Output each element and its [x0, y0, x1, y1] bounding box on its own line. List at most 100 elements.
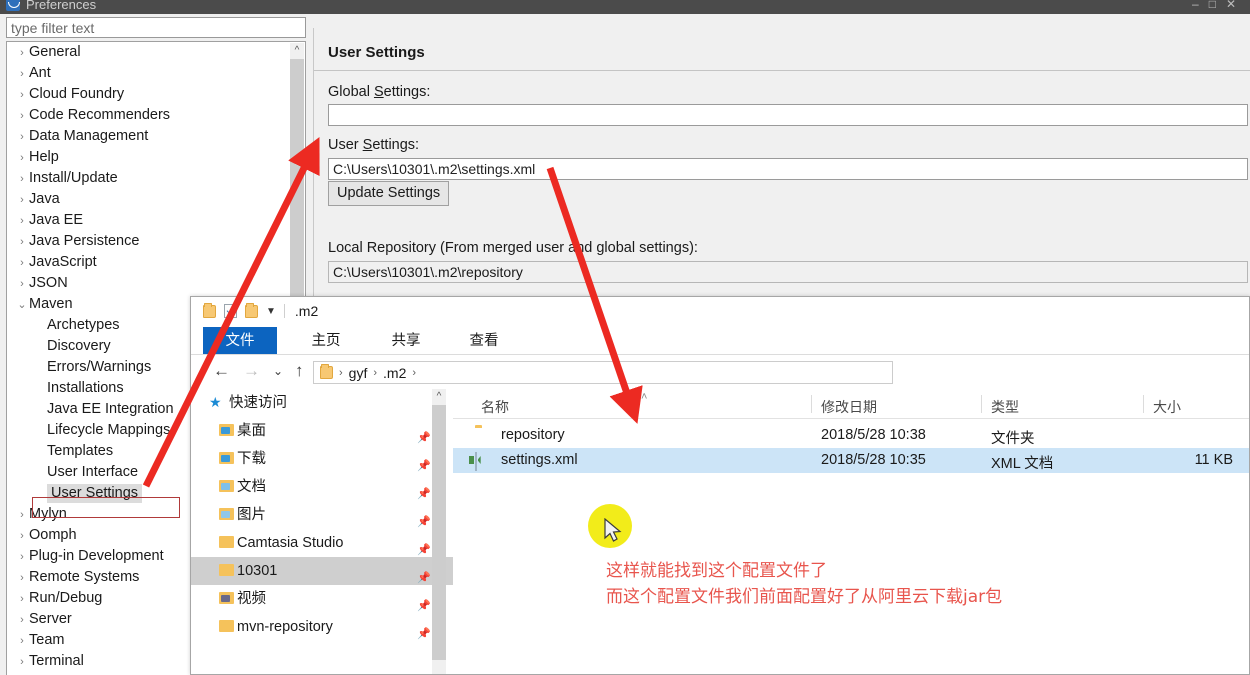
file-name: repository [501, 427, 565, 443]
tree-item-label: Java [29, 191, 60, 207]
up-button[interactable]: ↑ [295, 361, 304, 381]
explorer-titlebar: ▼ .m2 [191, 297, 1249, 327]
ribbon-tab-2[interactable]: 共享 [371, 327, 441, 355]
twisty-icon[interactable]: › [15, 106, 29, 127]
nav-item-0[interactable]: ★ 快速访问 [191, 389, 453, 417]
nav-item-3[interactable]: 文档 📌 [191, 473, 453, 501]
twisty-icon[interactable]: › [15, 253, 29, 274]
file-list-pane[interactable]: 名称 修改日期 类型 大小 ˄ repository 2018/5/28 10:38 文件夹… [453, 389, 1249, 674]
column-headers[interactable]: 名称 修改日期 类型 大小 ˄ [453, 389, 1249, 419]
tree-item-label: Archetypes [47, 317, 120, 333]
tree-item-java-ee[interactable]: › Java EE [7, 210, 291, 231]
column-header-3[interactable]: 大小 [1153, 397, 1181, 417]
local-repository-value: C:\Users\10301\.m2\repository [328, 261, 1248, 283]
file-row[interactable]: settings.xml 2018/5/28 10:35 XML 文档 11 KB [453, 448, 1249, 473]
twisty-icon[interactable]: › [15, 169, 29, 190]
twisty-icon[interactable]: › [15, 652, 29, 673]
scroll-thumb[interactable] [432, 405, 446, 660]
column-divider[interactable] [811, 395, 812, 413]
screen: Preferences –□✕ ›General›Ant›Cloud Found… [0, 0, 1250, 675]
twisty-icon[interactable]: › [15, 274, 29, 295]
nav-item-5[interactable]: Camtasia Studio 📌 [191, 529, 453, 557]
ribbon-tab-1[interactable]: 主页 [291, 327, 361, 355]
forward-button[interactable]: → [243, 361, 260, 381]
breadcrumb-item-1[interactable]: .m2 [383, 365, 406, 381]
explorer-content: ★ 快速访问 桌面 📌 下载 📌 文档 📌 图片 📌 Camtasia Studio 📌 10301 📌 视… [191, 389, 1249, 674]
recent-locations-button[interactable]: ⌄ [273, 364, 283, 378]
twisty-icon[interactable]: › [15, 547, 29, 568]
back-button[interactable]: ← [213, 361, 230, 381]
breadcrumb-item-0[interactable]: gyf [349, 365, 368, 381]
column-header-1[interactable]: 修改日期 [821, 397, 877, 417]
nav-item-6[interactable]: 10301 📌 [191, 557, 453, 585]
nav-item-4[interactable]: 图片 📌 [191, 501, 453, 529]
file-modified: 2018/5/28 10:35 [821, 452, 926, 468]
window-controls[interactable]: –□✕ [1192, 0, 1246, 11]
tree-item-label: Installations [47, 380, 124, 396]
twisty-icon[interactable]: › [15, 190, 29, 211]
checkbox-icon[interactable] [224, 304, 237, 318]
tree-item-cloud-foundry[interactable]: › Cloud Foundry [7, 84, 291, 105]
twisty-icon[interactable]: › [15, 43, 29, 64]
column-divider[interactable] [981, 395, 982, 413]
tree-item-ant[interactable]: › Ant [7, 63, 291, 84]
tree-item-install-update[interactable]: › Install/Update [7, 168, 291, 189]
tree-item-java-persistence[interactable]: › Java Persistence [7, 231, 291, 252]
ribbon-tab-0[interactable]: 文件 [203, 327, 277, 355]
nav-item-label: Camtasia Studio [237, 535, 344, 551]
twisty-icon[interactable]: ⌄ [15, 295, 29, 316]
twisty-icon[interactable]: › [15, 127, 29, 148]
nav-item-8[interactable]: mvn-repository 📌 [191, 613, 453, 641]
file-type: 文件夹 [991, 431, 1035, 447]
ribbon-tab-3[interactable]: 查看 [449, 327, 519, 355]
nav-item-label: 下载 [237, 451, 266, 467]
tree-item-label: Install/Update [29, 170, 118, 186]
twisty-icon[interactable]: › [15, 526, 29, 547]
explorer-title: .m2 [294, 303, 319, 319]
navigation-pane[interactable]: ★ 快速访问 桌面 📌 下载 📌 文档 📌 图片 📌 Camtasia Studio 📌 10301 📌 视… [191, 389, 453, 674]
twisty-icon[interactable]: › [15, 610, 29, 631]
tree-item-label: User Settings [47, 484, 143, 503]
update-settings-button[interactable]: Update Settings [328, 181, 450, 206]
tree-item-code-recommenders[interactable]: › Code Recommenders [7, 105, 291, 126]
tree-item-data-management[interactable]: › Data Management [7, 126, 291, 147]
nav-pane-scrollbar[interactable]: ^ [432, 389, 446, 674]
column-header-2[interactable]: 类型 [991, 397, 1019, 417]
global-settings-input[interactable] [328, 104, 1248, 126]
tree-item-json[interactable]: › JSON [7, 273, 291, 294]
twisty-icon[interactable]: › [15, 505, 29, 526]
column-header-0[interactable]: 名称 [481, 397, 509, 417]
column-divider[interactable] [1143, 395, 1144, 413]
twisty-icon[interactable]: › [15, 232, 29, 253]
tree-item-java[interactable]: › Java [7, 189, 291, 210]
chevron-down-icon[interactable]: ▼ [266, 306, 276, 317]
quick-access-toolbar[interactable]: ▼ .m2 [203, 302, 319, 319]
twisty-icon[interactable]: › [15, 631, 29, 652]
new-folder-icon[interactable] [245, 302, 258, 318]
user-settings-input[interactable]: C:\Users\10301\.m2\settings.xml [328, 158, 1248, 180]
address-bar[interactable]: › gyf › .m2 › [313, 361, 893, 384]
pin-icon[interactable]: 📌 [417, 620, 431, 648]
filter-input[interactable] [6, 17, 306, 38]
scroll-up-icon[interactable]: ^ [290, 43, 304, 58]
nav-item-2[interactable]: 下载 📌 [191, 445, 453, 473]
file-row[interactable]: repository 2018/5/28 10:38 文件夹 [453, 423, 1249, 448]
twisty-icon[interactable]: › [15, 589, 29, 610]
breadcrumb-separator: › [339, 366, 343, 379]
scroll-thumb[interactable] [290, 59, 304, 324]
nav-item-1[interactable]: 桌面 📌 [191, 417, 453, 445]
tree-item-general[interactable]: › General [7, 42, 291, 63]
sort-ascending-icon: ˄ [641, 391, 648, 403]
tree-item-javascript[interactable]: › JavaScript [7, 252, 291, 273]
nav-item-7[interactable]: 视频 📌 [191, 585, 453, 613]
scroll-up-icon[interactable]: ^ [432, 389, 446, 404]
twisty-icon[interactable]: › [15, 85, 29, 106]
twisty-icon[interactable]: › [15, 211, 29, 232]
twisty-icon[interactable]: › [15, 568, 29, 589]
folder-icon[interactable] [203, 302, 216, 318]
ribbon-tabs[interactable]: 文件 主页 共享 查看 [191, 327, 1249, 355]
twisty-icon[interactable]: › [15, 148, 29, 169]
title-divider [314, 70, 1250, 71]
twisty-icon[interactable]: › [15, 64, 29, 85]
tree-item-help[interactable]: › Help [7, 147, 291, 168]
